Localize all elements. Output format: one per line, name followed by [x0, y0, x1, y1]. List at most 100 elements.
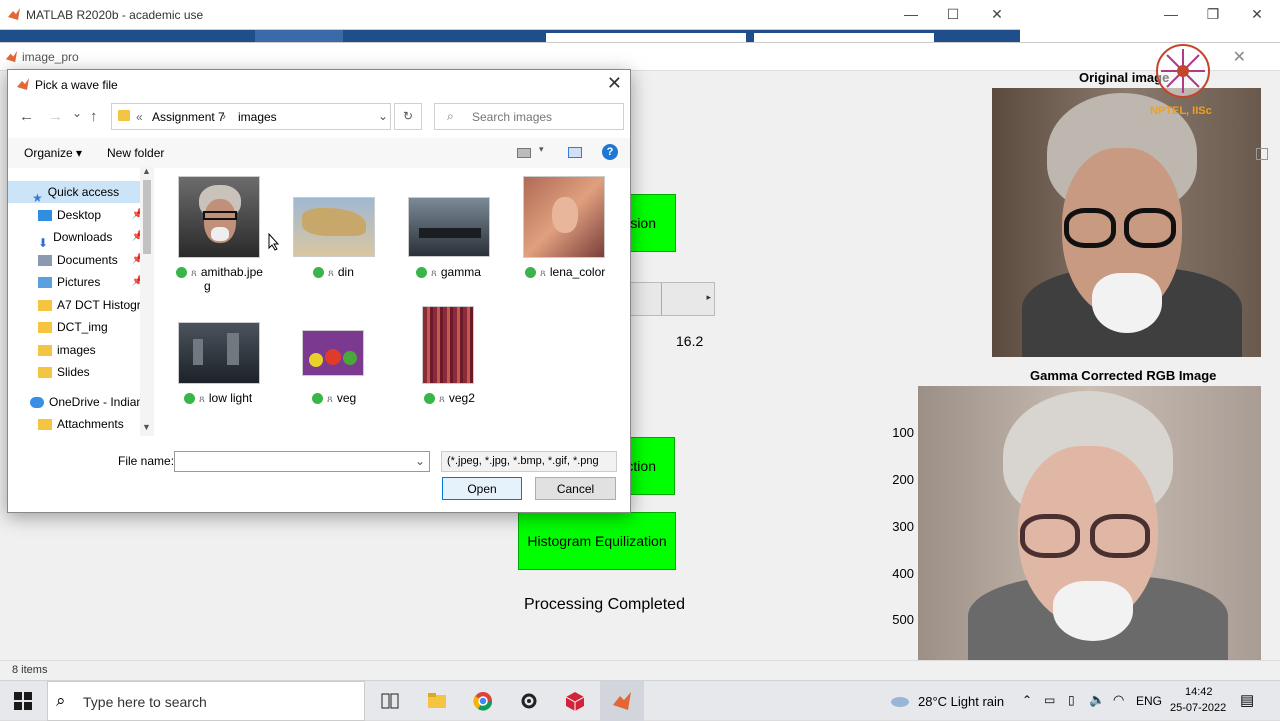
search-input[interactable]: Search images — [472, 110, 552, 124]
bg-restore-button[interactable]: ❐ — [1198, 6, 1228, 23]
refresh-button[interactable]: ↻ — [394, 103, 422, 130]
back-arrow-icon[interactable]: ← — [19, 108, 34, 125]
task-view-icon[interactable] — [379, 690, 401, 712]
bg-minimize-button[interactable]: — — [1156, 6, 1186, 22]
file-label-low-light[interactable]: ጸ low light — [184, 391, 280, 405]
search-documentation-input[interactable] — [754, 33, 934, 42]
minimize-button[interactable]: — — [896, 6, 926, 22]
bg-close-button[interactable]: ✕ — [1242, 6, 1272, 23]
matlab-taskbar-active[interactable] — [600, 681, 644, 721]
gamma-slider[interactable]: ▸ — [618, 282, 715, 316]
ribbon-tab-editor[interactable] — [255, 30, 343, 42]
close-button[interactable]: ✕ — [982, 6, 1012, 23]
recent-locations-icon[interactable]: ⌄ — [72, 106, 82, 120]
mouse-cursor-icon — [268, 233, 280, 251]
file-thumbnail-veg[interactable] — [302, 330, 364, 376]
forward-arrow-icon[interactable]: → — [48, 108, 63, 125]
file-label-din[interactable]: ጸ din — [313, 265, 409, 279]
shared-person-icon: ጸ — [199, 394, 205, 405]
breadcrumb-assignment7[interactable]: Assignment 7 — [152, 110, 225, 124]
file-explorer-icon[interactable] — [426, 690, 448, 712]
clock-date[interactable]: 25-07-2022 — [1170, 702, 1226, 714]
file-type-select[interactable]: (*.jpeg, *.jpg, *.bmp, *.gif, *.png — [441, 451, 617, 472]
taskbar-search-input[interactable]: Type here to search — [83, 694, 207, 710]
nav-item-dct-img[interactable]: DCT_img — [8, 316, 154, 338]
file-thumbnail-din[interactable] — [293, 197, 375, 257]
windows-start-icon[interactable] — [12, 690, 34, 712]
file-thumbnail-gamma[interactable] — [408, 197, 490, 257]
figure-side-control[interactable] — [1256, 148, 1268, 160]
volume-icon[interactable]: 🔈 — [1089, 692, 1105, 708]
up-arrow-icon[interactable]: ↑ — [90, 108, 98, 125]
battery-icon[interactable]: ▯ — [1068, 693, 1075, 707]
nav-label: images — [57, 343, 96, 357]
histogram-equalization-button[interactable]: Histogram Equilization — [518, 512, 676, 570]
file-label-veg2[interactable]: ጸ veg2 — [424, 391, 520, 405]
address-bar[interactable]: « Assignment 7 › images ⌄ — [111, 103, 391, 130]
file-thumbnail-veg2[interactable] — [422, 306, 474, 384]
file-name: din — [337, 265, 354, 279]
thumb-beard — [211, 227, 229, 241]
sync-ok-icon — [416, 267, 427, 279]
organize-menu[interactable]: Organize ▾ — [24, 146, 82, 160]
cancel-button[interactable]: Cancel — [535, 477, 616, 500]
language-indicator[interactable]: ENG — [1136, 694, 1162, 708]
shared-person-icon: ጸ — [327, 394, 333, 405]
file-label-lena[interactable]: ጸ lena_color — [525, 265, 621, 279]
ribbon-address[interactable] — [546, 33, 746, 42]
breadcrumb-overflow[interactable]: « — [136, 110, 143, 124]
preview-pane-icon[interactable] — [568, 147, 582, 158]
scroll-up-icon[interactable]: ▲ — [142, 166, 151, 176]
file-name-input[interactable]: ⌄ — [174, 451, 430, 472]
file-label-gamma[interactable]: ጸ gamma — [416, 265, 512, 279]
nav-item-downloads[interactable]: ⬇ Downloads 📌 — [8, 226, 154, 248]
processing-status-text: Processing Completed — [524, 596, 685, 613]
scroll-thumb[interactable] — [143, 180, 151, 254]
address-dropdown-icon[interactable]: ⌄ — [378, 109, 388, 123]
nav-item-a7-dct[interactable]: A7 DCT Histogra — [8, 294, 140, 316]
search-box[interactable]: ⌕ Search images — [434, 103, 624, 130]
file-thumbnail-lena[interactable] — [523, 176, 605, 258]
nav-item-slides[interactable]: Slides — [8, 361, 154, 383]
maximize-button[interactable]: ☐ — [938, 6, 968, 23]
file-name: gamma — [440, 265, 481, 279]
nav-item-quick-access[interactable]: ★ Quick access — [8, 181, 154, 203]
tray-app-icon[interactable]: ▭ — [1044, 693, 1055, 707]
file-name-dropdown-icon[interactable]: ⌄ — [415, 454, 425, 468]
file-label-amithab[interactable]: ጸ amithab.jpe g — [176, 265, 272, 293]
nav-item-pictures[interactable]: Pictures 📌 — [8, 271, 154, 293]
taskbar-search-box[interactable]: ⌕ Type here to search — [47, 681, 365, 721]
wifi-icon[interactable]: ◠ — [1113, 692, 1124, 708]
nav-item-onedrive[interactable]: OneDrive - Indian — [8, 391, 140, 413]
nav-item-attachments[interactable]: Attachments — [8, 413, 154, 435]
weather-cloud-icon[interactable] — [889, 690, 911, 712]
slider-right-arrow-icon[interactable]: ▸ — [706, 292, 711, 303]
nav-scrollbar[interactable]: ▲ ▼ — [140, 166, 154, 436]
folder-icon — [38, 322, 52, 334]
status-bar: 8 items — [0, 660, 1280, 680]
view-dropdown-icon[interactable]: ▾ — [539, 144, 544, 155]
file-label-veg[interactable]: ጸ veg — [312, 391, 408, 405]
cube-app-icon[interactable] — [564, 690, 586, 712]
help-icon[interactable]: ? — [602, 144, 618, 160]
view-options-icon[interactable] — [517, 148, 531, 158]
nav-item-desktop[interactable]: Desktop 📌 — [8, 204, 154, 226]
figure-close-button[interactable]: ✕ — [1233, 47, 1246, 67]
file-thumbnail-low-light[interactable] — [178, 322, 260, 384]
open-button[interactable]: Open — [442, 477, 522, 500]
clock-time[interactable]: 14:42 — [1185, 686, 1213, 698]
dialog-close-button[interactable]: ✕ — [607, 73, 622, 94]
breadcrumb-images[interactable]: images — [238, 110, 277, 124]
folder-icon — [38, 367, 52, 379]
nav-item-images[interactable]: images — [8, 339, 154, 361]
file-thumbnail-amithab[interactable] — [178, 176, 260, 258]
tray-chevron-icon[interactable]: ⌃ — [1022, 693, 1032, 707]
nav-item-documents[interactable]: Documents 📌 — [8, 249, 154, 271]
weather-text[interactable]: 28°C Light rain — [918, 694, 1004, 709]
background-window-titlebar: — ❐ ✕ — [1020, 0, 1280, 30]
chrome-icon[interactable] — [472, 690, 494, 712]
notifications-icon[interactable]: ▤ — [1240, 691, 1254, 709]
scroll-down-icon[interactable]: ▼ — [142, 422, 151, 432]
new-folder-button[interactable]: New folder — [107, 146, 164, 160]
settings-gear-icon[interactable] — [518, 690, 540, 712]
